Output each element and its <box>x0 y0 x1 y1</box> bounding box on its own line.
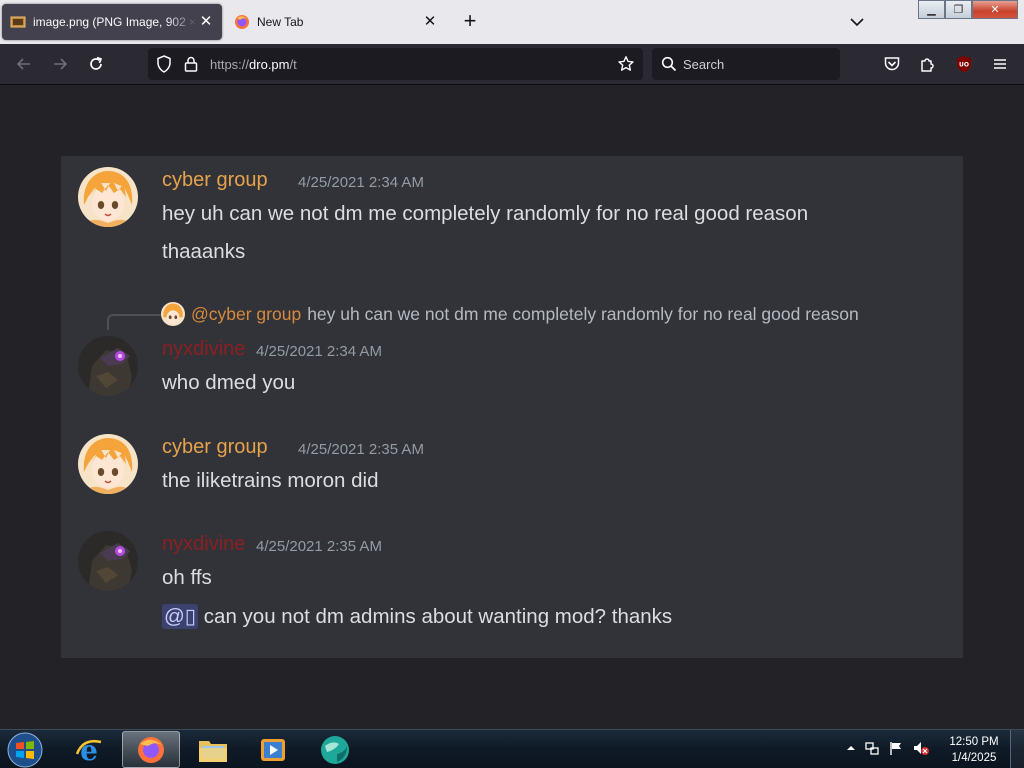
tracking-shield-icon[interactable] <box>154 54 174 74</box>
show-hidden-icons-icon[interactable] <box>846 743 856 753</box>
taskbar-media-player[interactable] <box>244 731 302 768</box>
message-timestamp: 4/25/2021 2:35 AM <box>298 441 424 458</box>
url-scheme: https:// <box>210 57 250 72</box>
windows-taskbar: e 12:50 PM 1/4/2025 <box>0 729 1024 768</box>
arrow-left-icon <box>16 58 30 70</box>
image-file-icon <box>10 16 26 28</box>
dark-dragon-avatar-icon <box>78 336 138 396</box>
page-viewport: cyber group 4/25/2021 2:34 AM hey uh can… <box>0 85 1024 729</box>
bookmark-star-icon[interactable] <box>617 55 635 73</box>
message-author[interactable]: cyber group <box>162 169 268 192</box>
message-text: hey uh can we not dm me completely rando… <box>162 202 809 225</box>
arrow-right-icon <box>54 58 68 70</box>
chevron-down-icon[interactable] <box>846 12 868 32</box>
globe-browser-icon <box>321 735 349 764</box>
url-host: dro.pm <box>249 57 290 72</box>
action-center-flag-icon[interactable] <box>888 740 904 756</box>
pocket-button[interactable] <box>880 52 904 76</box>
tab-title: image.png (PNG Image, 902 × 5… <box>33 15 198 29</box>
avatar <box>78 167 138 227</box>
avatar <box>78 336 138 396</box>
reply-avatar <box>161 302 185 326</box>
search-bar[interactable]: Search <box>652 48 840 80</box>
reply-text: hey uh can we not dm me completely rando… <box>307 303 859 324</box>
close-window-button[interactable]: ✕ <box>972 0 1018 19</box>
tab-title: New Tab <box>257 15 304 29</box>
navigation-toolbar: https://dro.pm/t Search UO <box>0 44 1024 85</box>
ublock-origin-icon: UO <box>957 56 971 72</box>
tab-close-icon[interactable]: ✕ <box>422 14 438 30</box>
minimize-button[interactable]: ▁ <box>918 0 945 19</box>
url-text[interactable]: https://dro.pm/t <box>210 57 297 72</box>
back-button[interactable] <box>12 52 36 76</box>
pocket-icon <box>884 57 900 71</box>
start-button[interactable] <box>5 731 45 768</box>
reply-mention[interactable]: @cyber group <box>191 304 301 325</box>
message-author[interactable]: nyxdivine <box>162 533 245 556</box>
message-author[interactable]: nyxdivine <box>162 338 245 361</box>
message-author[interactable]: cyber group <box>162 436 268 459</box>
url-path: /t <box>289 57 297 72</box>
reply-connector <box>107 314 161 330</box>
user-mention[interactable]: @▯ <box>162 604 199 629</box>
window-controls: ▁ ❐ ✕ <box>918 0 1020 19</box>
message-timestamp: 4/25/2021 2:34 AM <box>298 174 424 191</box>
svg-text:UO: UO <box>959 62 969 69</box>
url-bar[interactable]: https://dro.pm/t <box>148 48 643 80</box>
anime-girl-avatar-icon <box>78 167 138 227</box>
tab-new-tab[interactable]: New Tab ✕ <box>226 4 446 40</box>
anime-girl-avatar-icon <box>161 302 185 326</box>
reply-preview[interactable]: @cyber group hey uh can we not dm me com… <box>161 302 859 326</box>
restore-button[interactable]: ❐ <box>945 0 972 19</box>
discord-screenshot-image: cyber group 4/25/2021 2:34 AM hey uh can… <box>61 156 963 658</box>
firefox-icon <box>138 736 164 763</box>
avatar <box>78 531 138 591</box>
taskbar-firefox[interactable] <box>122 731 180 768</box>
svg-text:e: e <box>80 734 98 766</box>
media-player-icon <box>261 738 285 761</box>
new-tab-button[interactable]: + <box>458 10 482 34</box>
mention-line-text: can you not dm admins about wanting mod?… <box>203 605 673 628</box>
search-icon <box>661 56 677 72</box>
message-text: the iliketrains moron did <box>162 469 379 492</box>
hamburger-menu-icon <box>994 59 1006 69</box>
taskbar-clock[interactable]: 12:50 PM 1/4/2025 <box>944 734 1004 766</box>
tab-strip: image.png (PNG Image, 902 × 5… ✕ New Tab… <box>0 0 1024 44</box>
taskbar-internet-explorer[interactable]: e <box>60 731 118 768</box>
taskbar-file-explorer[interactable] <box>184 731 242 768</box>
ublock-origin-button[interactable]: UO <box>952 52 976 76</box>
anime-girl-avatar-icon <box>78 434 138 494</box>
system-tray <box>846 740 930 756</box>
puzzle-piece-icon <box>921 58 934 72</box>
forward-button[interactable] <box>48 52 72 76</box>
internet-explorer-icon: e <box>75 734 102 766</box>
avatar <box>78 434 138 494</box>
taskbar-browser[interactable] <box>306 731 364 768</box>
message-text: who dmed you <box>162 371 296 394</box>
tab-image-png[interactable]: image.png (PNG Image, 902 × 5… ✕ <box>2 4 222 40</box>
dark-dragon-avatar-icon <box>78 531 138 591</box>
clock-date: 1/4/2025 <box>951 752 997 764</box>
volume-muted-icon[interactable] <box>912 740 930 756</box>
clock-time: 12:50 PM <box>949 736 999 748</box>
lock-icon[interactable] <box>182 55 200 73</box>
message-text: oh ffs <box>162 566 212 589</box>
search-placeholder: Search <box>683 57 725 72</box>
message-timestamp: 4/25/2021 2:34 AM <box>256 343 382 360</box>
extensions-button[interactable] <box>916 52 940 76</box>
network-icon[interactable] <box>864 740 880 756</box>
app-menu-button[interactable] <box>988 52 1012 76</box>
message-text-with-mention: @▯ can you not dm admins about wanting m… <box>162 604 672 629</box>
show-desktop-button[interactable] <box>1010 730 1024 768</box>
tab-close-icon[interactable]: ✕ <box>198 14 214 30</box>
reload-button[interactable] <box>84 52 108 76</box>
folder-icon <box>199 740 227 762</box>
reload-icon <box>90 56 103 70</box>
message-timestamp: 4/25/2021 2:35 AM <box>256 538 382 555</box>
message-text: thaaanks <box>162 240 246 263</box>
firefox-icon <box>235 15 249 29</box>
